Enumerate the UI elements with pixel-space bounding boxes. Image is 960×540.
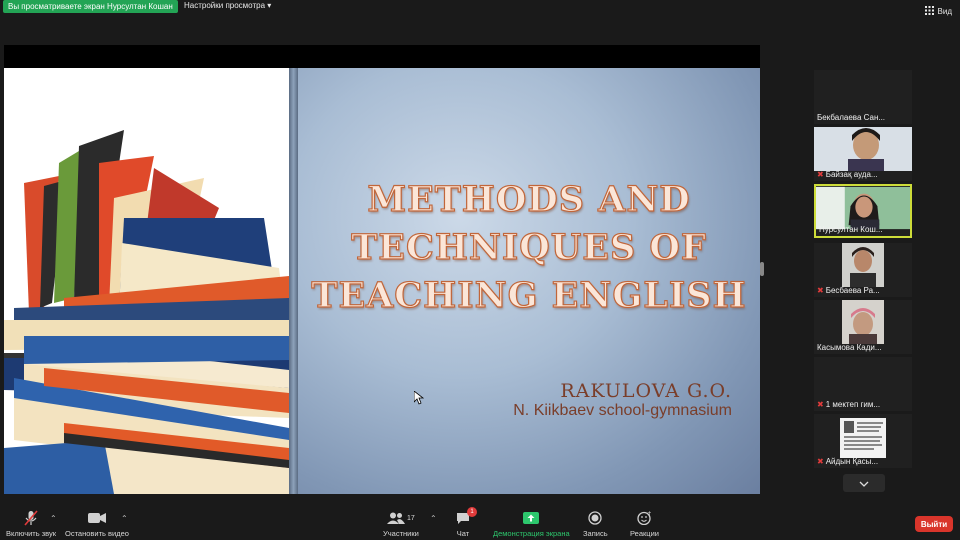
leave-meeting-button[interactable]: Выйти [915, 516, 953, 532]
unmute-label: Включить звук [6, 529, 57, 538]
slide-content: METHODS AND TECHNIQUES OF TEACHING ENGLI… [298, 68, 760, 494]
chat-button[interactable]: 1 Чат [456, 507, 477, 538]
chevron-down-icon [859, 474, 869, 492]
slide-title: METHODS AND TECHNIQUES OF TEACHING ENGLI… [298, 176, 760, 320]
slide-title-line-3: TEACHING ENGLISH [311, 274, 747, 316]
participant-tile-active-speaker[interactable]: Нурсултан Кош... [814, 184, 912, 238]
record-button[interactable]: Запись [583, 510, 608, 538]
books-image [4, 68, 289, 494]
smiley-icon: + [637, 510, 651, 526]
participant-name: Нурсултан Кош... [819, 225, 883, 234]
participant-name: ✖ Бесбаева Ра... [817, 286, 880, 295]
participant-video [814, 243, 912, 287]
slide-title-line-1: METHODS AND [367, 178, 691, 220]
leave-meeting-label: Выйти [920, 519, 948, 529]
meeting-toolbar: Включить звук ⌃ Остановить видео ⌃ 17 Уч… [0, 500, 960, 540]
participants-options-caret[interactable]: ⌃ [430, 514, 437, 523]
view-button-label: Вид [937, 7, 952, 16]
mic-muted-icon: ✖ [817, 286, 824, 295]
participant-tile[interactable]: ✖ Бесбаева Ра... [814, 243, 912, 297]
participant-tile[interactable]: ✖ 1 мектеп гим... [814, 357, 912, 411]
participant-name: ✖ 1 мектеп гим... [817, 400, 881, 409]
reactions-label: Реакции [630, 529, 659, 538]
video-camera-icon [87, 510, 106, 526]
stop-video-label: Остановить видео [65, 529, 129, 538]
record-label: Запись [583, 529, 608, 538]
share-screen-button[interactable]: Демонстрация экрана [493, 510, 570, 538]
slide-divider [289, 68, 298, 494]
view-options-menu[interactable]: Настройки просмотра ▾ [184, 1, 271, 10]
view-options-label: Настройки просмотра [184, 1, 266, 10]
participant-name: Касымова Кади... [817, 343, 882, 352]
chevron-down-icon: ▾ [267, 1, 272, 10]
mic-muted-icon: ✖ [817, 400, 824, 409]
top-bar: Вы просматриваете экран Нурсултан Кошан … [0, 0, 960, 24]
mic-muted-icon: ✖ [817, 457, 824, 466]
participants-icon: 17 [387, 510, 415, 526]
participants-label: Участники [383, 529, 419, 538]
chat-unread-badge: 1 [467, 507, 477, 517]
share-screen-label: Демонстрация экрана [493, 529, 570, 538]
audio-options-caret[interactable]: ⌃ [50, 514, 57, 523]
gallery-scroll-down-button[interactable] [843, 474, 885, 492]
chat-label: Чат [456, 529, 470, 538]
participant-video [814, 300, 912, 344]
participant-tile[interactable]: ✖ Айдын Қасы... [814, 414, 912, 468]
participant-tile[interactable]: Касымова Кади... [814, 300, 912, 354]
participant-tile[interactable]: ✖ Байзақ ауда... [814, 127, 912, 181]
participant-name: ✖ Айдын Қасы... [817, 457, 879, 466]
participant-name: Бекбалаева Сан... [817, 113, 886, 122]
stop-video-button[interactable]: Остановить видео [65, 510, 129, 538]
grid-icon [924, 6, 934, 17]
record-icon [588, 510, 602, 526]
mic-muted-icon: ✖ [817, 170, 824, 179]
unmute-button[interactable]: Включить звук [6, 510, 56, 538]
participant-video [814, 127, 912, 171]
presentation-slide: METHODS AND TECHNIQUES OF TEACHING ENGLI… [4, 68, 760, 494]
slide-title-line-2: TECHNIQUES OF [351, 226, 707, 268]
participant-video [814, 414, 912, 458]
view-button[interactable]: Вид [924, 6, 952, 17]
participant-tile[interactable]: Бекбалаева Сан... [814, 70, 912, 124]
viewing-status-text: Вы просматриваете экран Нурсултан Кошан [8, 2, 173, 11]
participant-video [816, 186, 910, 230]
slide-author: RAKULOVA G.O. [560, 380, 732, 402]
mic-off-icon [24, 510, 38, 526]
participants-button[interactable]: 17 Участники [383, 510, 419, 538]
slide-school: N. Kiikbaev school-gymnasium [513, 402, 732, 419]
panel-resize-handle[interactable] [760, 262, 764, 276]
reactions-button[interactable]: + Реакции [630, 510, 659, 538]
svg-text:+: + [647, 511, 651, 517]
participant-name: ✖ Байзақ ауда... [817, 170, 878, 179]
share-screen-icon [523, 510, 540, 526]
participants-count: 17 [407, 514, 415, 522]
video-options-caret[interactable]: ⌃ [121, 514, 128, 523]
mouse-cursor-icon [413, 390, 425, 405]
viewing-status-pill[interactable]: Вы просматриваете экран Нурсултан Кошан [3, 0, 178, 13]
chat-icon: 1 [456, 507, 477, 526]
